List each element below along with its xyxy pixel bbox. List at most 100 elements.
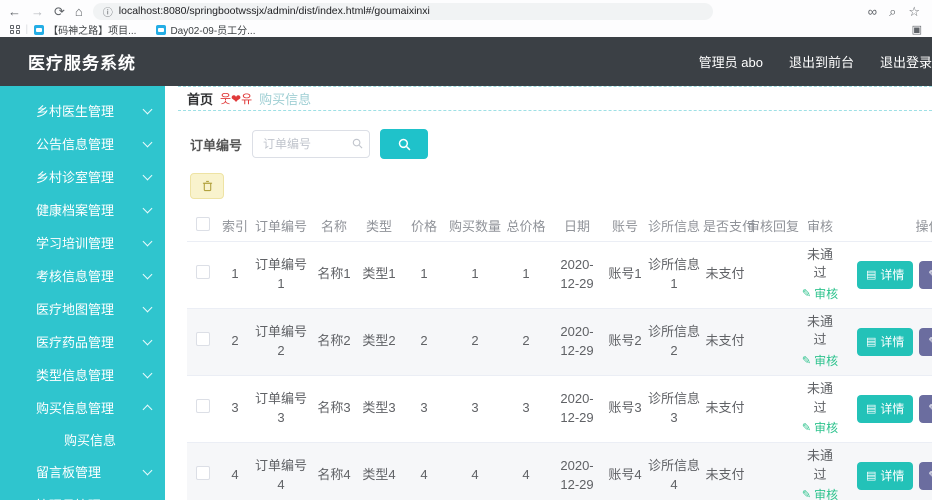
sidebar-item[interactable]: 健康档案管理 bbox=[0, 193, 165, 226]
cell-account: 账号4 bbox=[605, 442, 645, 500]
app-title: 医疗服务系统 bbox=[28, 49, 136, 74]
sidebar-item-label: 类型信息管理 bbox=[36, 365, 144, 384]
bookmark-item[interactable]: 【码神之路】项目... bbox=[34, 22, 136, 37]
forward-icon[interactable]: → bbox=[31, 5, 44, 18]
cell-clinic: 诊所信息3 bbox=[645, 375, 703, 442]
sidebar-item[interactable]: 医疗药品管理 bbox=[0, 325, 165, 358]
sidebar-item[interactable]: 医疗地图管理 bbox=[0, 292, 165, 325]
audit-link[interactable]: ✎ 审核 bbox=[802, 487, 838, 500]
edit-pencil-icon: ✎ bbox=[802, 421, 811, 437]
sidebar-item[interactable]: 乡村诊室管理 bbox=[0, 160, 165, 193]
audit-link[interactable]: ✎ 审核 bbox=[802, 286, 838, 303]
address-bar[interactable]: ⓘ localhost:8080/springbootwssjx/admin/d… bbox=[93, 3, 713, 20]
home-icon[interactable]: ⌂ bbox=[75, 5, 83, 18]
cell-clinic: 诊所信息1 bbox=[645, 241, 703, 308]
cell-account: 账号1 bbox=[605, 241, 645, 308]
bookmark-star-icon[interactable]: ☆ bbox=[908, 5, 920, 18]
edit-button[interactable]: ✎ 修改 bbox=[919, 261, 932, 289]
col-price: 价格 bbox=[401, 211, 447, 241]
cell-pay-status: 未支付 bbox=[703, 308, 747, 375]
bookmark-label: 【码神之路】项目... bbox=[48, 22, 136, 37]
trash-icon bbox=[202, 180, 213, 192]
col-clinic: 诊所信息 bbox=[645, 211, 703, 241]
col-index: 索引 bbox=[219, 211, 251, 241]
detail-button-label: 详情 bbox=[880, 266, 904, 283]
detail-button-label: 详情 bbox=[880, 333, 904, 350]
cell-clinic: 诊所信息4 bbox=[645, 442, 703, 500]
chevron-down-icon bbox=[143, 335, 153, 345]
apps-grid-icon[interactable] bbox=[10, 25, 20, 35]
bookmark-favicon bbox=[156, 25, 166, 35]
chevron-down-icon bbox=[143, 203, 153, 213]
cell-total: 2 bbox=[503, 308, 549, 375]
edit-button[interactable]: ✎ 修改 bbox=[919, 395, 932, 423]
detail-button[interactable]: ▤ 详情 bbox=[857, 395, 913, 423]
cell-date: 2020-12-29 bbox=[549, 308, 605, 375]
chevron-down-icon bbox=[143, 104, 153, 114]
sidebar-item-label: 购买信息管理 bbox=[36, 398, 144, 417]
cell-qty: 1 bbox=[447, 241, 503, 308]
batch-delete-button[interactable] bbox=[190, 173, 224, 199]
edit-button[interactable]: ✎ 修改 bbox=[919, 328, 932, 356]
audit-link-label: 审核 bbox=[814, 286, 838, 303]
cell-order-no: 订单编号3 bbox=[251, 375, 311, 442]
col-type: 类型 bbox=[357, 211, 401, 241]
cell-audit-reply bbox=[747, 442, 799, 500]
col-order-no: 订单编号 bbox=[251, 211, 311, 241]
reload-icon[interactable]: ⟳ bbox=[54, 5, 65, 18]
cell-date: 2020-12-29 bbox=[549, 442, 605, 500]
cell-date: 2020-12-29 bbox=[549, 375, 605, 442]
search-button[interactable] bbox=[380, 129, 428, 159]
cell-price: 2 bbox=[401, 308, 447, 375]
site-info-icon[interactable]: ⓘ bbox=[103, 4, 113, 19]
cell-qty: 3 bbox=[447, 375, 503, 442]
cell-index: 1 bbox=[219, 241, 251, 308]
sidebar-item[interactable]: 留言板管理 bbox=[0, 455, 165, 488]
cell-total: 3 bbox=[503, 375, 549, 442]
breadcrumb-home-link[interactable]: 首页 bbox=[187, 89, 213, 108]
cell-qty: 2 bbox=[447, 308, 503, 375]
reading-list-icon[interactable]: ∞ bbox=[868, 5, 877, 18]
edit-button[interactable]: ✎ 修改 bbox=[919, 462, 932, 490]
edit-pencil-icon: ✎ bbox=[928, 335, 932, 348]
detail-button[interactable]: ▤ 详情 bbox=[857, 261, 913, 289]
detail-doc-icon: ▤ bbox=[866, 469, 876, 482]
sidebar-item[interactable]: 购买信息管理 bbox=[0, 391, 165, 424]
audit-link-label: 审核 bbox=[814, 353, 838, 370]
audit-link[interactable]: ✎ 审核 bbox=[802, 420, 838, 437]
cell-order-no: 订单编号1 bbox=[251, 241, 311, 308]
cell-type: 类型3 bbox=[357, 375, 401, 442]
sidebar-item[interactable]: 学习培训管理 bbox=[0, 226, 165, 259]
audit-link[interactable]: ✎ 审核 bbox=[802, 353, 838, 370]
detail-button[interactable]: ▤ 详情 bbox=[857, 462, 913, 490]
sidebar-item-label: 健康档案管理 bbox=[36, 200, 144, 219]
main-content: 首页 웃❤유 购买信息 订单编号 bbox=[178, 86, 932, 500]
sidebar-subitem[interactable]: 购买信息 bbox=[0, 424, 165, 455]
cell-audit-reply bbox=[747, 375, 799, 442]
sidebar-item[interactable]: 乡村医生管理 bbox=[0, 94, 165, 127]
input-search-icon bbox=[352, 138, 363, 149]
sidebar-item[interactable]: 公告信息管理 bbox=[0, 127, 165, 160]
zoom-icon[interactable]: ⌕ bbox=[889, 5, 896, 18]
audit-status-text: 未通过 bbox=[801, 380, 839, 418]
exit-to-front-button[interactable]: 退出到前台 bbox=[789, 52, 854, 71]
sidebar-item[interactable]: 考核信息管理 bbox=[0, 259, 165, 292]
chevron-down-icon bbox=[143, 465, 153, 475]
sidebar-item[interactable]: 管理员管理 bbox=[0, 488, 165, 500]
select-all-checkbox[interactable] bbox=[196, 217, 210, 231]
row-checkbox[interactable] bbox=[196, 466, 210, 480]
table-row: 3 订单编号3 名称3 类型3 3 3 3 2020-12-29 账号3 诊所信… bbox=[187, 375, 932, 442]
back-icon[interactable]: ← bbox=[8, 5, 21, 18]
cell-pay-status: 未支付 bbox=[703, 241, 747, 308]
other-bookmarks-folder-icon[interactable]: ▣ bbox=[912, 23, 922, 36]
row-checkbox[interactable] bbox=[196, 399, 210, 413]
sidebar-item[interactable]: 类型信息管理 bbox=[0, 358, 165, 391]
cell-type: 类型2 bbox=[357, 308, 401, 375]
orders-table: 索引 订单编号 名称 类型 价格 购买数量 总价格 日期 账号 诊所信息 是否支… bbox=[187, 211, 932, 500]
detail-button[interactable]: ▤ 详情 bbox=[857, 328, 913, 356]
breadcrumb-separator: 웃❤유 bbox=[220, 90, 252, 107]
row-checkbox[interactable] bbox=[196, 265, 210, 279]
row-checkbox[interactable] bbox=[196, 332, 210, 346]
bookmark-item[interactable]: Day02-09-员工分... bbox=[156, 22, 255, 37]
logout-button[interactable]: 退出登录 bbox=[880, 52, 932, 71]
